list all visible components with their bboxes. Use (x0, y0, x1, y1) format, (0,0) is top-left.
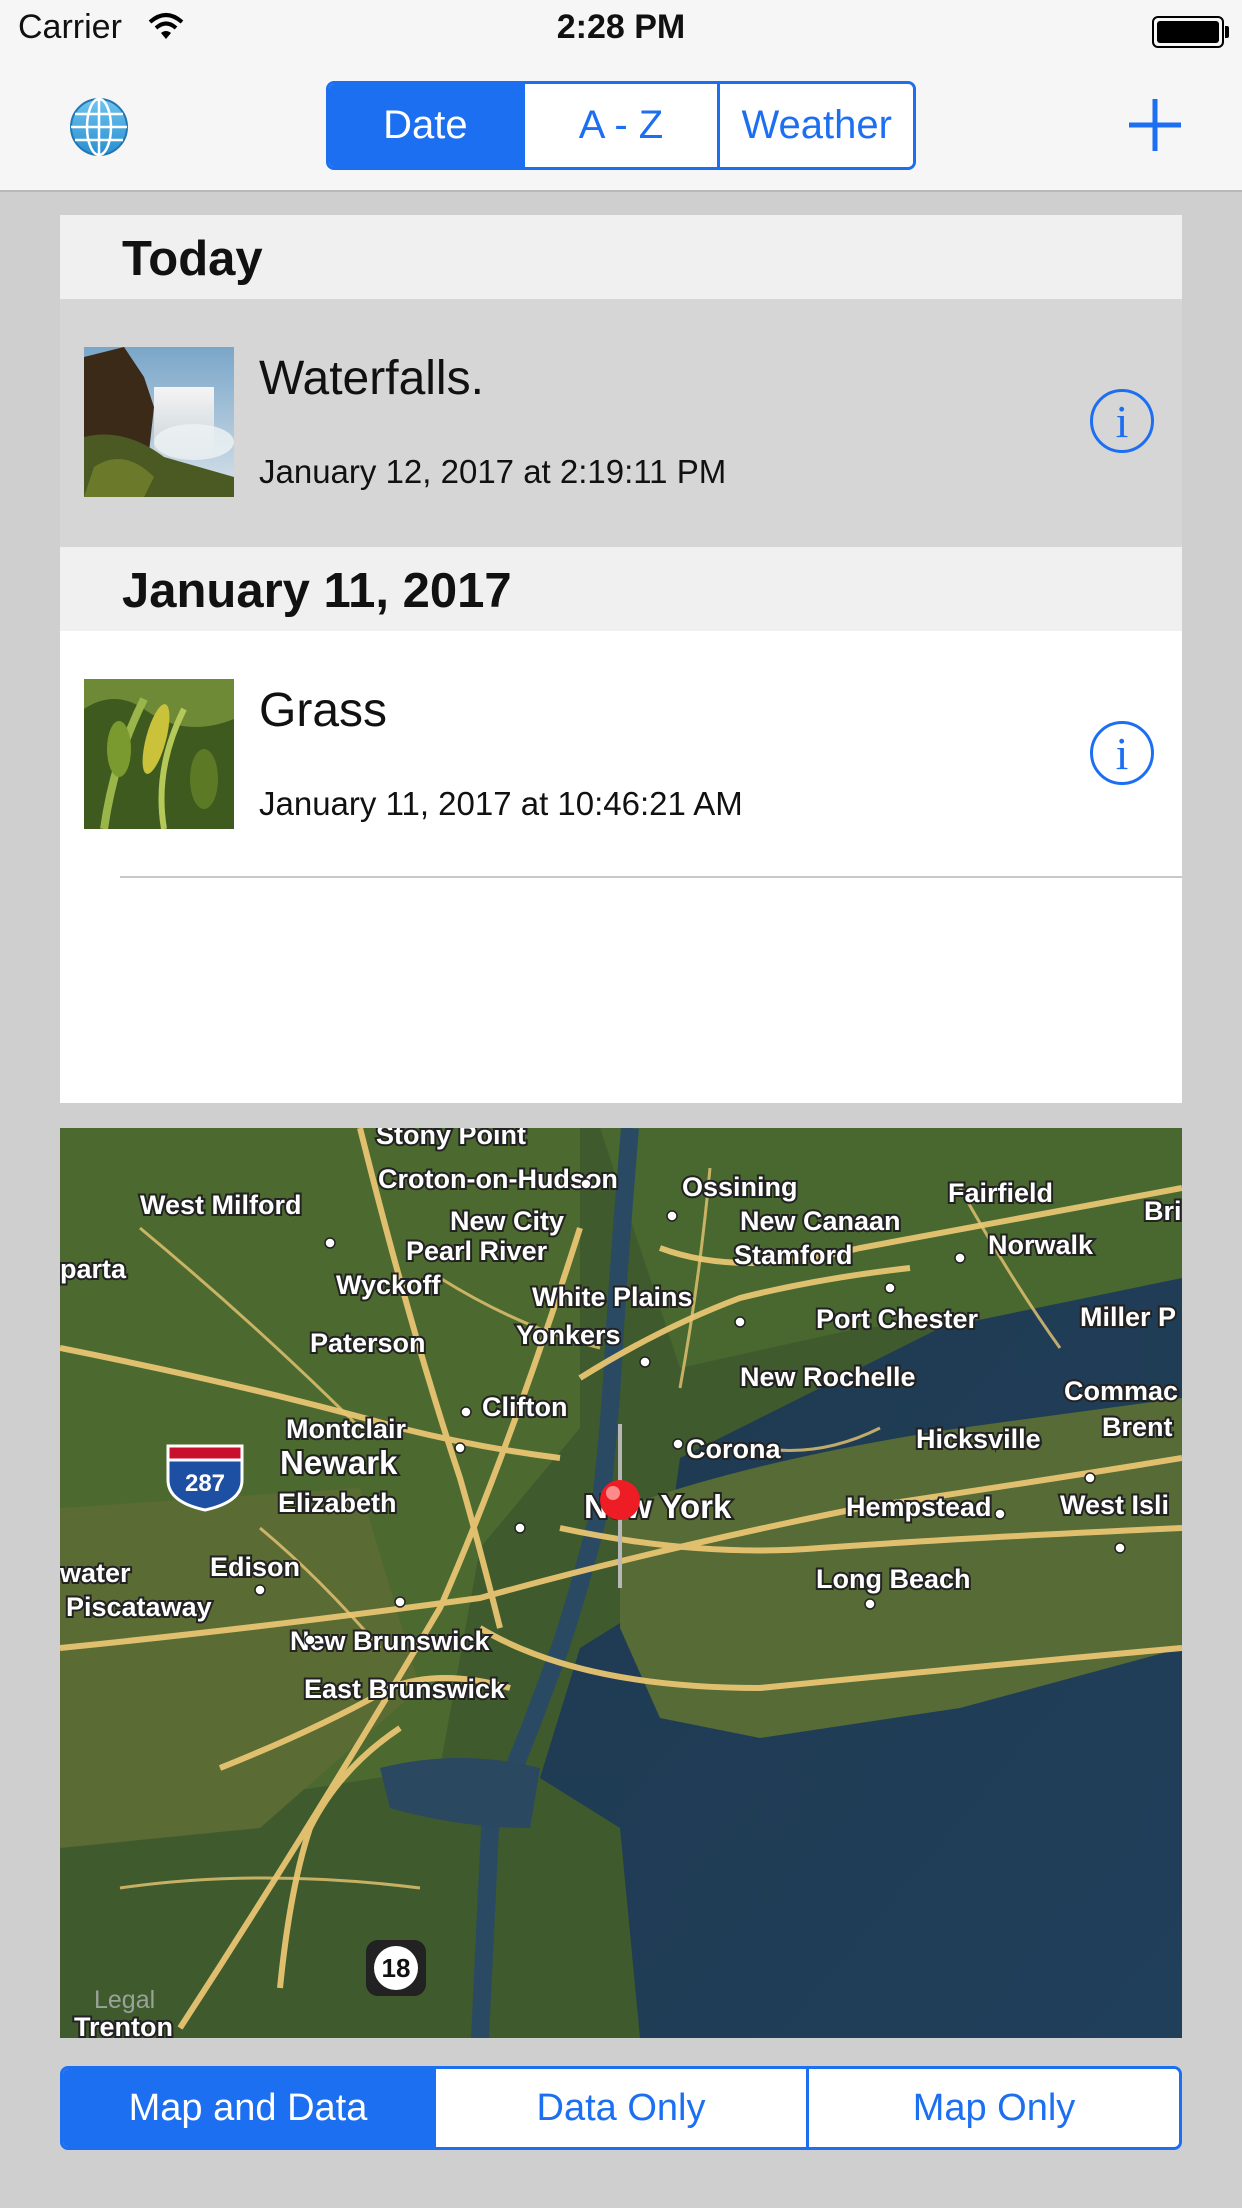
legal-link[interactable]: Legal (94, 1986, 155, 2014)
svg-text:Paterson: Paterson (310, 1328, 426, 1358)
section-header-label: Today (122, 232, 263, 286)
svg-text:Fairfield: Fairfield (948, 1178, 1053, 1208)
svg-text:Stamford: Stamford (734, 1240, 853, 1270)
svg-text:Hempstead: Hempstead (846, 1492, 992, 1522)
row-subtitle: January 11, 2017 at 10:46:21 AM (259, 785, 743, 822)
svg-text:Bri: Bri (1144, 1196, 1182, 1226)
section-header: January 11, 2017 (60, 547, 1182, 631)
svg-text:Clifton: Clifton (482, 1392, 567, 1422)
section-header: Today (60, 215, 1182, 299)
section-header-label: January 11, 2017 (122, 564, 512, 618)
segment-map-and-data[interactable]: Map and Data (63, 2069, 433, 2147)
battery-icon (1152, 16, 1229, 48)
svg-text:Commac: Commac (1064, 1376, 1178, 1406)
svg-text:Miller P: Miller P (1080, 1302, 1176, 1332)
grass-thumbnail (84, 679, 234, 830)
svg-text:New Brunswick: New Brunswick (290, 1626, 491, 1656)
svg-text:water: water (60, 1558, 131, 1588)
waterfall-thumbnail (84, 347, 234, 497)
svg-text:East Brunswick: East Brunswick (304, 1674, 506, 1704)
svg-text:Pearl River: Pearl River (406, 1236, 548, 1266)
svg-text:Yonkers: Yonkers (516, 1320, 621, 1350)
svg-text:Brent: Brent (1102, 1412, 1173, 1442)
status-time: 2:28 PM (556, 8, 686, 46)
segment-data-only[interactable]: Data Only (433, 2069, 806, 2147)
segment-map-only[interactable]: Map Only (806, 2069, 1179, 2147)
svg-text:parta: parta (60, 1254, 127, 1284)
svg-text:Croton-on-Hudson: Croton-on-Hudson (378, 1164, 618, 1194)
info-icon[interactable]: i (1090, 721, 1154, 785)
svg-text:Piscataway: Piscataway (66, 1592, 212, 1622)
svg-text:Ossining: Ossining (682, 1172, 798, 1202)
svg-text:Newark: Newark (280, 1444, 398, 1481)
svg-text:New City: New City (450, 1206, 564, 1236)
table-row[interactable]: Grass January 11, 2017 at 10:46:21 AM i (60, 631, 1182, 879)
svg-text:Corona: Corona (686, 1434, 781, 1464)
row-title: Grass (259, 684, 388, 737)
svg-text:Edison: Edison (210, 1552, 300, 1582)
svg-text:Port Chester: Port Chester (816, 1304, 979, 1334)
svg-text:Stony Point: Stony Point (376, 1128, 526, 1150)
satellite-map[interactable]: Stony Point Croton-on-Hudson Ossining Fa… (60, 1128, 1182, 2038)
route-shield-label: 18 (382, 1953, 411, 1983)
interstate-shield: 287 (166, 1444, 244, 1512)
view-mode-segmented-control: Map and Data Data Only Map Only (60, 2066, 1182, 2150)
table-row[interactable]: Waterfalls. January 12, 2017 at 2:19:11 … (60, 299, 1182, 547)
svg-text:Elizabeth: Elizabeth (278, 1488, 397, 1518)
segment-weather[interactable]: Weather (717, 84, 913, 167)
plus-icon[interactable] (1128, 98, 1182, 157)
svg-text:West Isli: West Isli (1060, 1490, 1169, 1520)
segment-a-z[interactable]: A - Z (521, 84, 718, 167)
route-shield: 18 (366, 1940, 426, 1996)
row-title: Waterfalls. (259, 352, 484, 405)
globe-icon[interactable] (68, 96, 130, 163)
entries-table: Today Waterfalls. January 12, 2017 at 2:… (60, 215, 1182, 1103)
svg-text:Hicksville: Hicksville (916, 1424, 1041, 1454)
svg-text:West Milford: West Milford (140, 1190, 302, 1220)
svg-text:New Canaan: New Canaan (740, 1206, 901, 1236)
svg-text:Long Beach: Long Beach (816, 1564, 971, 1594)
svg-text:Trenton: Trenton (74, 2012, 173, 2038)
interstate-shield-label: 287 (185, 1470, 225, 1497)
svg-text:White Plains: White Plains (532, 1282, 693, 1312)
svg-text:Norwalk: Norwalk (988, 1230, 1094, 1260)
row-subtitle: January 12, 2017 at 2:19:11 PM (259, 453, 727, 490)
svg-text:Wyckoff: Wyckoff (336, 1270, 442, 1300)
segment-date[interactable]: Date (329, 84, 522, 167)
sort-segmented-control: Date A - Z Weather (326, 81, 916, 170)
row-separator (120, 876, 1182, 878)
svg-text:Montclair: Montclair (286, 1414, 407, 1444)
info-icon[interactable]: i (1090, 389, 1154, 453)
svg-text:New Rochelle: New Rochelle (740, 1362, 916, 1392)
